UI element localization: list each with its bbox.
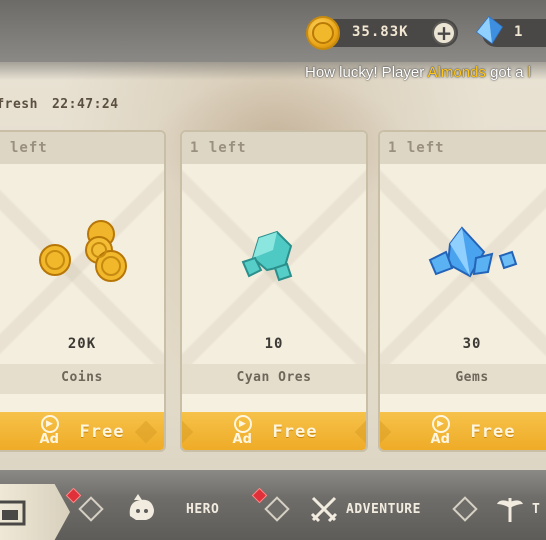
add-coins-button[interactable]: + — [432, 21, 456, 45]
notification-badge — [251, 487, 268, 504]
nav-hero-label: HERO — [186, 501, 220, 517]
nav-separator — [78, 496, 104, 522]
coin-icon — [306, 16, 340, 50]
refresh-time: 22:47:24 — [51, 97, 119, 112]
card-body: 30 — [380, 164, 546, 380]
nav-separator — [452, 496, 478, 522]
card-quantity: 20K — [67, 336, 97, 352]
free-label: Free — [79, 422, 125, 442]
card-item-name: Cyan Ores — [182, 364, 366, 394]
ticker-player-name: Almonds — [427, 64, 486, 81]
notification-badge — [65, 487, 82, 504]
nav-tab-shop[interactable] — [0, 484, 70, 540]
free-ad-button[interactable]: ▶ Ad Free — [380, 412, 546, 450]
diamond-decoration-icon — [134, 420, 158, 444]
coins-icon — [38, 220, 127, 282]
card-stock-label: 1 left — [380, 132, 546, 164]
diamond-decoration-icon — [354, 420, 366, 444]
nav-truncated-label: T — [532, 501, 541, 517]
free-label: Free — [272, 422, 318, 442]
announcement-ticker: How lucky! Player Almonds got a l — [0, 62, 546, 84]
gem-amount: 1 — [514, 24, 524, 40]
card-item-name: Gems — [380, 364, 546, 394]
coin-counter: 35.83K + — [306, 16, 458, 50]
free-label: Free — [470, 422, 516, 442]
card-stock-label: left — [0, 132, 164, 164]
ticker-suffix: got a — [485, 64, 528, 81]
nav-adventure-label: ADVENTURE — [346, 501, 421, 517]
plus-icon: + — [435, 21, 453, 45]
bottom-navigation: HERO ADVENTURE T — [0, 470, 546, 540]
card-quantity: 10 — [264, 336, 284, 352]
nav-tab-hero[interactable]: HERO — [124, 492, 219, 526]
gem-icon — [475, 15, 503, 45]
card-quantity: 30 — [462, 336, 482, 352]
ad-icon: ▶ Ad — [38, 415, 62, 449]
ad-label: Ad — [39, 432, 59, 447]
free-ad-button[interactable]: ▶ Ad Free — [0, 412, 164, 450]
shop-card-coins: left 20K Coins ▶ Ad Free — [0, 130, 166, 452]
refresh-label: efresh — [0, 97, 38, 112]
gem-counter: 1 — [475, 15, 546, 47]
ticker-prefix: How lucky! Player — [305, 64, 428, 81]
ticker-truncated: l — [527, 64, 531, 81]
cyan-ore-icon — [241, 230, 293, 282]
gems-icon — [428, 226, 518, 278]
ad-icon: ▶ Ad — [429, 415, 453, 449]
diamond-decoration-icon — [182, 420, 194, 444]
nav-tab-adventure[interactable]: ADVENTURE — [310, 492, 421, 526]
card-stock-label: 1 left — [182, 132, 366, 164]
top-bar: 35.83K + 1 — [0, 0, 546, 62]
card-item-name: Coins — [0, 364, 164, 394]
hero-icon — [129, 494, 154, 520]
diamond-decoration-icon — [380, 420, 392, 444]
winged-emblem-icon — [497, 498, 523, 522]
ticker-text: How lucky! Player Almonds got a l — [305, 64, 531, 81]
refresh-timer: efresh 22:47:24 — [0, 97, 119, 119]
nav-tab-truncated[interactable]: T — [496, 492, 540, 526]
coin-amount: 35.83K — [352, 24, 409, 40]
crossed-swords-icon — [310, 496, 338, 523]
shop-icon — [0, 500, 26, 526]
ad-icon: ▶ Ad — [231, 415, 255, 449]
ad-label: Ad — [430, 432, 450, 447]
ad-label: Ad — [232, 432, 252, 447]
shop-card-gems: 1 left 30 Gems ▶ Ad Free — [378, 130, 546, 452]
card-body: 10 — [182, 164, 366, 380]
card-body: 20K — [0, 164, 164, 380]
shop-card-cyan-ores: 1 left 10 Cyan Ores ▶ Ad Free — [180, 130, 368, 452]
free-ad-button[interactable]: ▶ Ad Free — [182, 412, 366, 450]
nav-separator — [264, 496, 290, 522]
